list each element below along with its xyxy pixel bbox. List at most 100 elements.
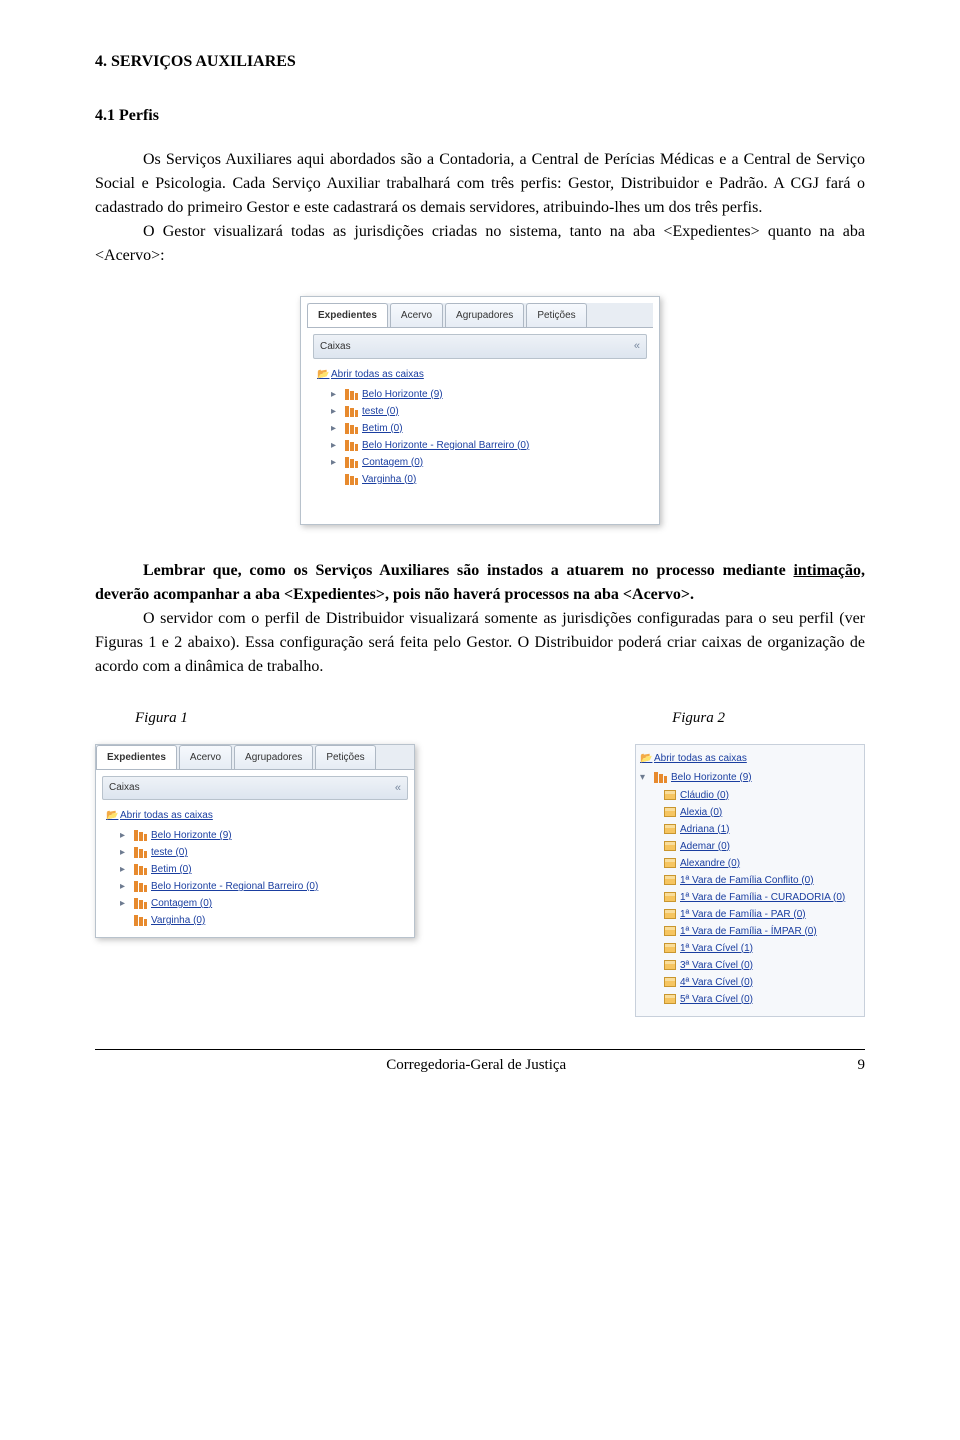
tab-peticoes[interactable]: Petições <box>526 303 586 327</box>
expand-all-icon: 📂 <box>106 808 116 823</box>
node-label: Varginha (0) <box>151 913 205 928</box>
tree-leaf[interactable]: Adriana (1) <box>640 821 858 838</box>
folder-icon <box>664 926 676 936</box>
folder-icon <box>664 875 676 885</box>
city-icon <box>134 864 147 875</box>
folder-icon <box>664 807 676 817</box>
paragraph-3: Lembrar que, como os Serviços Auxiliares… <box>95 559 865 607</box>
folder-icon <box>664 994 676 1004</box>
city-icon <box>134 830 147 841</box>
node-label: Belo Horizonte (9) <box>362 387 443 402</box>
node-label: Contagem (0) <box>362 455 423 470</box>
leaf-label: Cláudio (0) <box>680 788 729 803</box>
caixas-header[interactable]: Caixas « <box>102 776 408 801</box>
tab-peticoes[interactable]: Petições <box>315 745 375 769</box>
city-icon <box>345 389 358 400</box>
node-label: Contagem (0) <box>151 896 212 911</box>
caixas-header[interactable]: Caixas « <box>313 334 647 359</box>
leaf-label: Alexia (0) <box>680 805 722 820</box>
tree-node[interactable]: ▸Belo Horizonte (9) <box>317 386 647 403</box>
tree-leaf[interactable]: Alexia (0) <box>640 804 858 821</box>
footer-page-number: 9 <box>857 1054 865 1077</box>
collapse-icon[interactable]: « <box>634 338 640 355</box>
collapse-icon[interactable]: « <box>395 780 401 797</box>
tri-icon: ▸ <box>331 421 341 436</box>
tree-leaf[interactable]: 1ª Vara de Família - CURADORIA (0) <box>640 889 858 906</box>
caixas-label: Caixas <box>320 339 351 354</box>
city-icon <box>345 406 358 417</box>
tri-icon: ▸ <box>331 404 341 419</box>
city-icon <box>134 915 147 926</box>
city-icon <box>654 772 667 783</box>
city-icon <box>134 898 147 909</box>
tab-acervo[interactable]: Acervo <box>390 303 443 327</box>
folder-icon <box>664 909 676 919</box>
section-heading: 4. SERVIÇOS AUXILIARES <box>95 50 865 74</box>
node-label: teste (0) <box>151 845 188 860</box>
folder-icon <box>664 943 676 953</box>
tab-acervo[interactable]: Acervo <box>179 745 232 769</box>
tab-agrupadores[interactable]: Agrupadores <box>234 745 313 769</box>
tree-node[interactable]: ▸Belo Horizonte - Regional Barreiro (0) <box>106 878 408 895</box>
tree-root-link[interactable]: 📂 Abrir todas as caixas <box>640 751 858 766</box>
tree-node[interactable]: ▸ teste (0) <box>106 844 408 861</box>
tree-node-open[interactable]: ▾ Belo Horizonte (9) <box>640 770 858 785</box>
leaf-label: 1ª Vara de Família - PAR (0) <box>680 907 806 922</box>
node-label: Betim (0) <box>362 421 403 436</box>
tri-icon: ▸ <box>120 828 130 843</box>
leaf-label: 3ª Vara Cível (0) <box>680 958 753 973</box>
tree-node[interactable]: ▸Belo Horizonte (9) <box>106 827 408 844</box>
caixas-label: Caixas <box>109 780 140 795</box>
tree-node[interactable]: Varginha (0) <box>317 471 647 488</box>
tree: 📂 Abrir todas as caixas ▸Belo Horizonte … <box>102 804 408 931</box>
tri-icon: ▸ <box>120 896 130 911</box>
tree-root-link[interactable]: 📂 Abrir todas as caixas <box>106 808 408 823</box>
expand-all-icon: 📂 <box>640 751 650 766</box>
tree-node[interactable]: Varginha (0) <box>106 912 408 929</box>
city-icon <box>345 440 358 451</box>
tree-node[interactable]: ▸Belo Horizonte - Regional Barreiro (0) <box>317 437 647 454</box>
p3-text-a: Lembrar que, como os Serviços Auxiliares… <box>143 562 793 579</box>
tree-node[interactable]: ▸ Contagem (0) <box>106 895 408 912</box>
tree-leaf[interactable]: 1ª Vara de Família - PAR (0) <box>640 906 858 923</box>
tab-agrupadores[interactable]: Agrupadores <box>445 303 524 327</box>
tree-leaf[interactable]: 1ª Vara de Família Conflito (0) <box>640 872 858 889</box>
leaf-label: 4ª Vara Cível (0) <box>680 975 753 990</box>
tree-leaf[interactable]: 4ª Vara Cível (0) <box>640 974 858 991</box>
tree-node[interactable]: ▸Contagem (0) <box>317 454 647 471</box>
folder-icon <box>664 977 676 987</box>
tri-icon: ▸ <box>120 862 130 877</box>
tree-node[interactable]: ▸teste (0) <box>317 403 647 420</box>
tree-root-link[interactable]: 📂 Abrir todas as caixas <box>317 367 647 382</box>
tree-leaf[interactable]: Ademar (0) <box>640 838 858 855</box>
tree-leaf[interactable]: 1ª Vara de Família - ÍMPAR (0) <box>640 923 858 940</box>
page-footer: Corregedoria-Geral de Justiça 9 <box>95 1049 865 1077</box>
tree-leaf[interactable]: 5ª Vara Cível (0) <box>640 991 858 1008</box>
folder-icon <box>664 824 676 834</box>
leaf-label: Adriana (1) <box>680 822 729 837</box>
leaf-label: 1ª Vara de Família - ÍMPAR (0) <box>680 924 817 939</box>
tab-expedientes[interactable]: Expedientes <box>307 303 388 327</box>
subsection-heading: 4.1 Perfis <box>95 104 865 128</box>
leaf-label: 1ª Vara Cível (1) <box>680 941 753 956</box>
paragraph-1: Os Serviços Auxiliares aqui abordados sã… <box>95 148 865 220</box>
folder-icon <box>664 960 676 970</box>
tree-root-label: Abrir todas as caixas <box>331 367 424 382</box>
tri-down-icon: ▾ <box>640 770 650 785</box>
tri-icon: ▸ <box>120 845 130 860</box>
tree-node[interactable]: ▸ Betim (0) <box>317 420 647 437</box>
folder-icon <box>664 858 676 868</box>
node-label: Betim (0) <box>151 862 192 877</box>
node-label: Belo Horizonte (9) <box>671 770 752 785</box>
tab-expedientes[interactable]: Expedientes <box>96 745 177 769</box>
tree-node[interactable]: ▸ Betim (0) <box>106 861 408 878</box>
tree-leaf[interactable]: 1ª Vara Cível (1) <box>640 940 858 957</box>
tree-leaf[interactable]: 3ª Vara Cível (0) <box>640 957 858 974</box>
paragraph-2: O Gestor visualizará todas as jurisdiçõe… <box>95 220 865 268</box>
folder-icon <box>664 790 676 800</box>
p3-intimacao: intimação, <box>793 562 865 579</box>
node-label: Varginha (0) <box>362 472 416 487</box>
screenshot-panel-fig2: 📂 Abrir todas as caixas ▾ Belo Horizonte… <box>635 744 865 1017</box>
tree-leaf[interactable]: Cláudio (0) <box>640 787 858 804</box>
tree-leaf[interactable]: Alexandre (0) <box>640 855 858 872</box>
